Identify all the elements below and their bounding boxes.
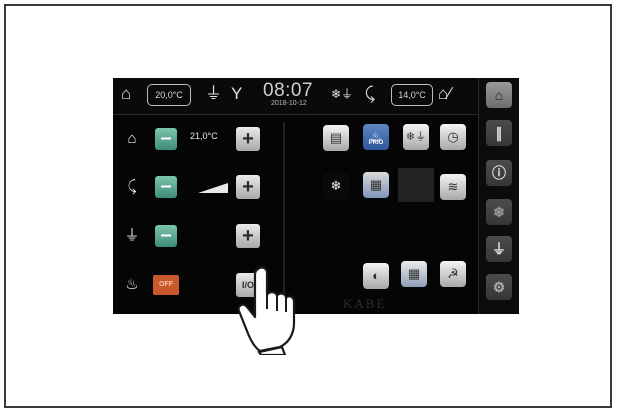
- control-panel-screen: ⌂ 20,0°C ⏚ Y 08:07 2018-10-12 ❄⏚ ⤹ 14,0°…: [113, 78, 519, 314]
- house-thermometer-icon: ⌂∕: [438, 84, 452, 103]
- electric-plus-button[interactable]: +: [236, 224, 260, 248]
- level-ramp: [198, 183, 228, 193]
- prio-label: PRIO: [368, 140, 384, 146]
- heating-setpoint: 21,0°C: [190, 131, 218, 141]
- snowflake-plug-icon[interactable]: ❄⏚: [403, 124, 429, 150]
- sidebar: ⌂ ∥ ⓘ ❄ ⏚ ⚙: [478, 78, 519, 314]
- heating-plus-button[interactable]: +: [236, 127, 260, 151]
- floor-heating-icon[interactable]: ≋: [440, 174, 466, 200]
- status-bar: ⌂ 20,0°C ⏚ Y 08:07 2018-10-12 ❄⏚ ⤹ 14,0°…: [113, 78, 478, 115]
- shower-icon: ⤹: [365, 84, 376, 103]
- radiator-icon[interactable]: ▤: [323, 125, 349, 151]
- flame-icon: ♨: [125, 276, 139, 293]
- hot-water-plus-button[interactable]: +: [236, 175, 260, 199]
- brand-logo: KABE: [343, 296, 387, 311]
- plug-icon: ⏚: [205, 84, 222, 103]
- flame-prio-icon[interactable]: ♨ PRIO: [363, 124, 389, 150]
- seat-heater-icon[interactable]: ☭: [440, 261, 466, 287]
- heating-minus-button[interactable]: –: [155, 128, 177, 150]
- info-icon[interactable]: ⓘ: [486, 160, 512, 186]
- house-icon: ⌂: [127, 130, 137, 147]
- pointing-hand-icon: [237, 266, 296, 355]
- timer-thermometer-icon[interactable]: ◷: [440, 124, 466, 150]
- antenna-icon: Y: [231, 84, 243, 103]
- outdoor-temp: 14,0°C: [391, 84, 433, 106]
- date: 2018-10-12: [271, 100, 307, 107]
- shower-icon: ⤹: [127, 178, 137, 195]
- aux-heater-icon[interactable]: ▦: [363, 172, 389, 198]
- empty-slot: [398, 168, 434, 202]
- gear-icon[interactable]: ⚙: [486, 274, 512, 300]
- plug-icon[interactable]: ⏚: [486, 236, 512, 262]
- home-icon[interactable]: ⌂: [486, 82, 512, 108]
- panel-heater-icon[interactable]: ▦: [401, 261, 427, 287]
- gas-off-button[interactable]: OFF: [153, 275, 179, 295]
- snowflake-plug-icon: ❄⏚: [331, 87, 354, 101]
- thermometer-icon[interactable]: ∥: [486, 120, 512, 146]
- house-icon: ⌂: [121, 84, 132, 103]
- hot-water-minus-button[interactable]: –: [155, 176, 177, 198]
- snowflake-icon[interactable]: ❄: [486, 199, 512, 225]
- electric-minus-button[interactable]: –: [155, 225, 177, 247]
- indoor-temp: 20,0°C: [147, 84, 191, 106]
- plug-icon: ⏚: [124, 227, 140, 244]
- gas-bottle-snowflake-icon[interactable]: ❄: [323, 173, 349, 199]
- windscreen-heater-icon[interactable]: ◐: [363, 263, 389, 289]
